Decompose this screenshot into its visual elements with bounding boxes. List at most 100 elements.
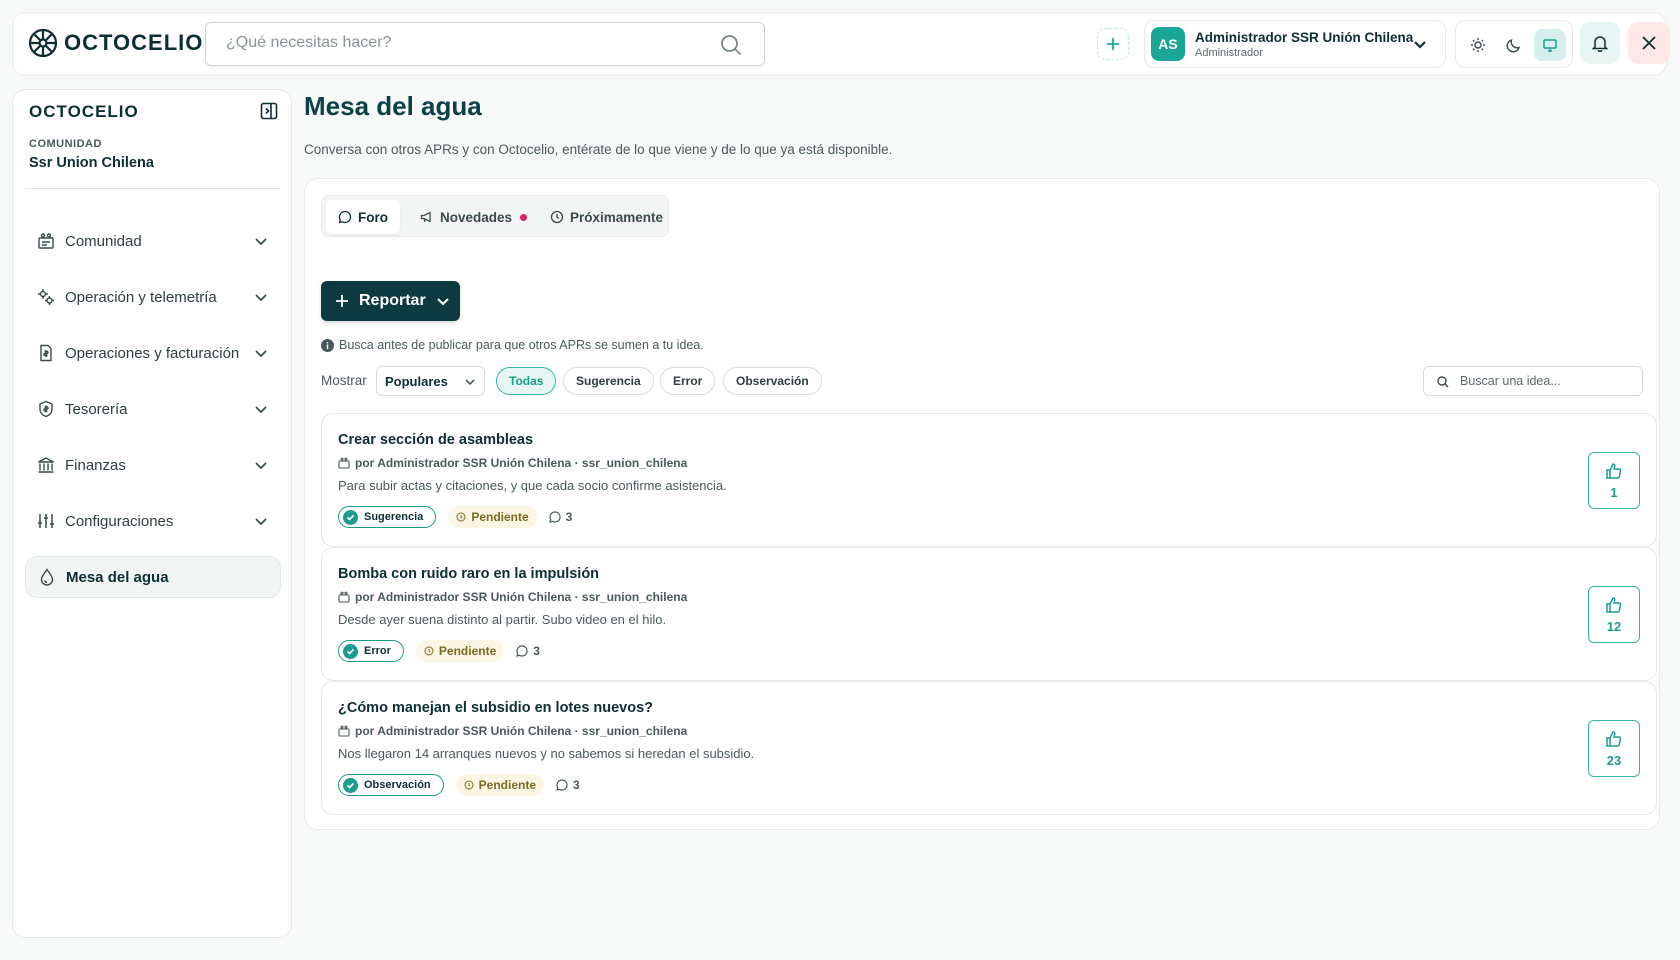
sidebar-item-label: Configuraciones xyxy=(65,512,174,530)
page-title: Mesa del agua xyxy=(304,91,482,121)
chevron-down-icon xyxy=(464,376,476,388)
user-role: Administrador xyxy=(1195,47,1263,59)
sidebar-collapse-icon[interactable] xyxy=(260,102,278,120)
light-theme-button[interactable] xyxy=(1462,29,1494,61)
thumbs-up-icon xyxy=(1605,730,1623,748)
bell-icon xyxy=(1591,34,1609,52)
chat-bubble-icon xyxy=(338,210,352,224)
filter-chip-error[interactable]: Error xyxy=(660,367,716,395)
forum-post[interactable]: Crear sección de asambleas por Administr… xyxy=(321,413,1657,547)
gears-icon xyxy=(37,288,55,306)
thumbs-up-icon xyxy=(1605,596,1623,614)
tab-label: Foro xyxy=(358,209,388,225)
post-tags: Sugerencia Pendiente 3 xyxy=(338,506,572,528)
tab-label: Novedades xyxy=(440,209,513,225)
report-button-label: Reportar xyxy=(359,292,426,309)
chevron-down-icon xyxy=(253,345,269,361)
sidebar-item-mesa-del-agua[interactable]: Mesa del agua xyxy=(25,556,281,598)
search-icon[interactable] xyxy=(720,34,742,56)
moon-icon xyxy=(1506,37,1522,53)
plus-icon xyxy=(335,294,349,308)
water-drop-icon xyxy=(38,568,56,586)
sidebar-item-configuraciones[interactable]: Configuraciones xyxy=(25,501,281,541)
idea-search-input[interactable] xyxy=(1460,374,1630,388)
category-label: Observación xyxy=(364,779,431,791)
plus-icon xyxy=(1106,37,1120,51)
vote-button[interactable]: 23 xyxy=(1588,720,1640,777)
filter-chip-sugerencia[interactable]: Sugerencia xyxy=(563,367,654,395)
sidebar-item-finanzas[interactable]: Finanzas xyxy=(25,445,281,485)
post-title[interactable]: Bomba con ruido raro en la impulsión xyxy=(338,566,599,582)
theme-switcher xyxy=(1455,20,1573,68)
status-badge: Pendiente xyxy=(415,640,505,662)
post-title[interactable]: Crear sección de asambleas xyxy=(338,432,533,448)
post-description: Para subir actas y citaciones, y que cad… xyxy=(338,478,727,493)
vote-button[interactable]: 1 xyxy=(1588,452,1640,509)
forum-post[interactable]: Bomba con ruido raro en la impulsión por… xyxy=(321,547,1657,681)
user-menu[interactable]: AS Administrador SSR Unión Chilena Admin… xyxy=(1144,20,1446,68)
status-label: Pendiente xyxy=(438,644,497,658)
chat-bubble-icon xyxy=(548,511,561,523)
status-label: Pendiente xyxy=(478,778,536,792)
comment-count[interactable]: 3 xyxy=(556,778,580,792)
search-hint: Busca antes de publicar para que otros A… xyxy=(321,338,704,352)
comment-count[interactable]: 3 xyxy=(516,644,540,658)
notifications-button[interactable] xyxy=(1580,22,1620,64)
sort-select-value: Populares xyxy=(385,374,448,389)
filter-chip-todas[interactable]: Todas xyxy=(496,367,557,395)
sidebar-item-label: Operaciones y facturación xyxy=(65,344,240,362)
post-tags: Error Pendiente 3 xyxy=(338,640,540,662)
monitor-icon xyxy=(1542,37,1558,53)
dark-theme-button[interactable] xyxy=(1498,29,1530,61)
vote-count: 23 xyxy=(1606,752,1622,768)
system-theme-button[interactable] xyxy=(1534,29,1566,61)
comment-count-value: 3 xyxy=(573,778,580,792)
vote-button[interactable]: 12 xyxy=(1588,586,1640,643)
sidebar-item-operaciones-facturacion[interactable]: Operaciones y facturación xyxy=(25,333,281,373)
check-icon xyxy=(343,643,358,659)
tab-novedades[interactable]: Novedades xyxy=(408,200,539,234)
check-icon xyxy=(343,777,358,793)
post-title[interactable]: ¿Cómo manejan el subsidio en lotes nuevo… xyxy=(338,700,653,716)
tab-foro[interactable]: Foro xyxy=(326,200,400,234)
quick-add-button[interactable] xyxy=(1097,28,1129,60)
community-icon xyxy=(338,457,350,469)
sidebar-brand: OCTOCELIO xyxy=(29,102,139,121)
brand-logo[interactable]: OCTOCELIO xyxy=(28,28,203,58)
category-label: Error xyxy=(364,645,391,657)
community-icon xyxy=(338,725,350,737)
tab-proximamente[interactable]: Próximamente xyxy=(538,200,675,234)
sidebar-item-label: Comunidad xyxy=(65,232,142,250)
category-badge: Sugerencia xyxy=(338,506,437,528)
clock-icon xyxy=(550,210,564,224)
tab-bar: Foro Novedades Próximamente xyxy=(321,195,669,237)
check-icon xyxy=(343,509,358,525)
post-description: Desde ayer suena distinto al partir. Sub… xyxy=(338,612,667,627)
filter-chip-observacion[interactable]: Observación xyxy=(723,367,822,395)
chevron-down-icon xyxy=(1411,35,1429,53)
forum-post[interactable]: ¿Cómo manejan el subsidio en lotes nuevo… xyxy=(321,681,1657,815)
sidebar-item-label: Operación y telemetría xyxy=(65,288,217,306)
comment-count[interactable]: 3 xyxy=(548,510,572,524)
clock-icon xyxy=(456,512,466,522)
sidebar-item-comunidad[interactable]: Comunidad xyxy=(25,221,281,261)
report-button[interactable]: Reportar xyxy=(321,281,460,321)
sidebar-item-tesoreria[interactable]: Tesorería xyxy=(25,389,281,429)
chevron-down-icon xyxy=(436,294,450,308)
bank-icon xyxy=(37,456,55,474)
tab-label: Próximamente xyxy=(570,209,664,225)
thumbs-up-icon xyxy=(1605,462,1623,480)
sort-select[interactable]: Populares xyxy=(376,366,485,396)
post-description: Nos llegaron 14 arranques nuevos y no sa… xyxy=(338,746,755,761)
vote-count: 1 xyxy=(1610,484,1618,500)
status-label: Pendiente xyxy=(471,510,529,524)
sidebar-item-label: Mesa del agua xyxy=(66,568,169,586)
chevron-down-icon xyxy=(253,233,269,249)
community-label: COMUNIDAD xyxy=(29,138,102,150)
post-meta: por Administrador SSR Unión Chilena · ss… xyxy=(338,590,687,604)
command-search-input[interactable] xyxy=(226,34,706,52)
close-button[interactable] xyxy=(1628,22,1670,64)
sidebar-item-operacion-telemetria[interactable]: Operación y telemetría xyxy=(25,277,281,317)
page-subtitle: Conversa con otros APRs y con Octocelio,… xyxy=(304,142,893,157)
category-label: Sugerencia xyxy=(364,511,424,523)
